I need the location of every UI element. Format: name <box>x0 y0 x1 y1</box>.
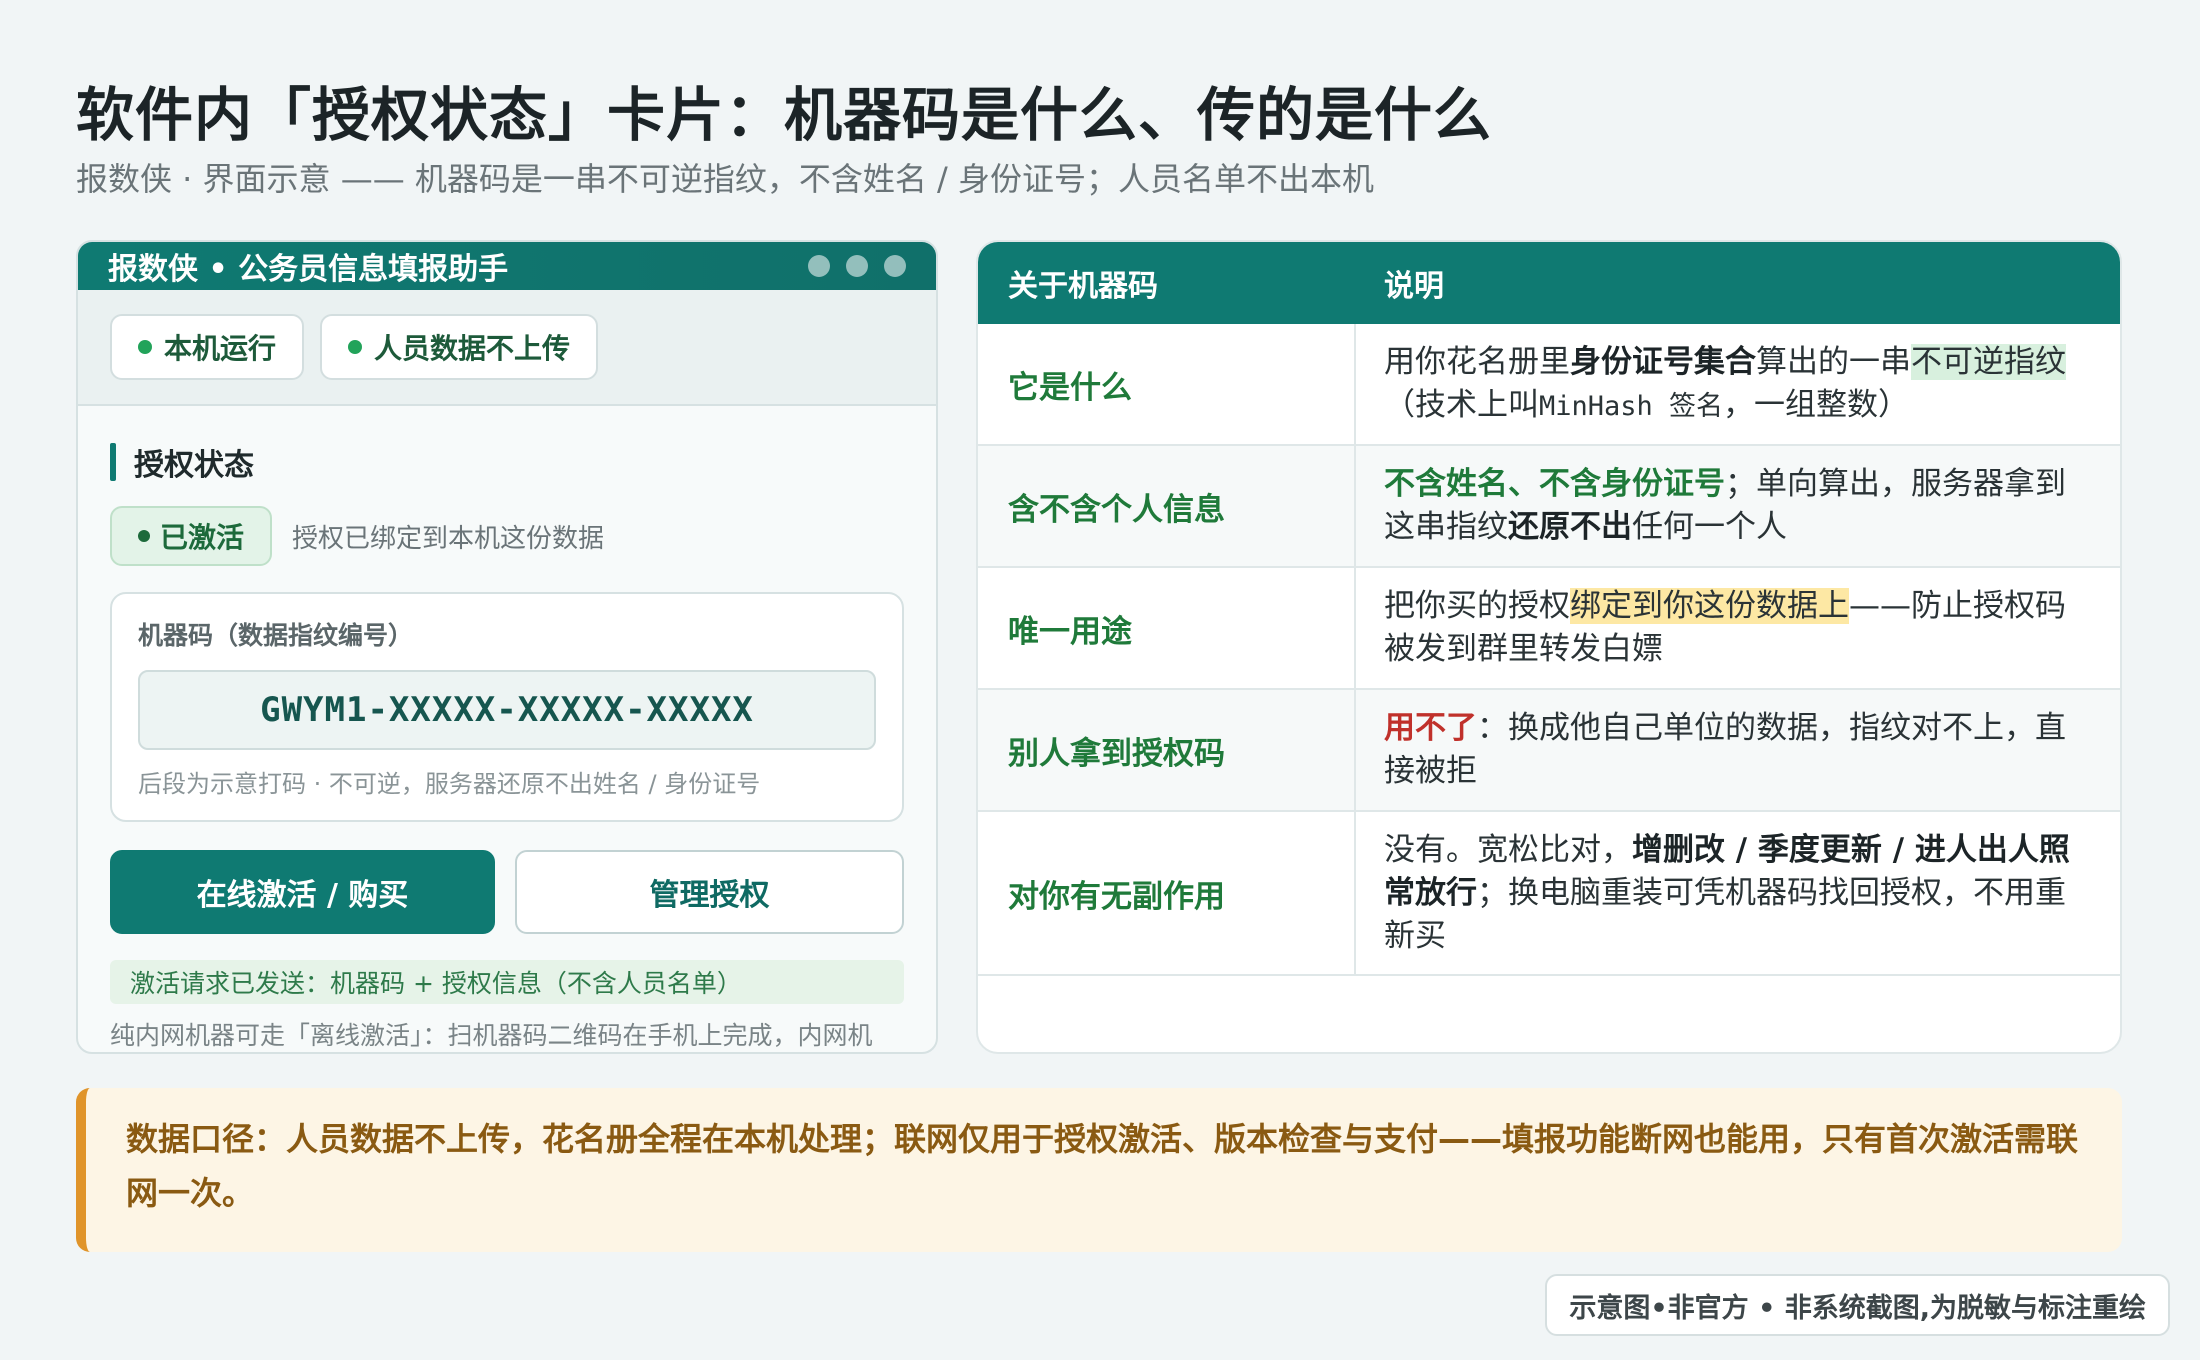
red-bold-span: 用不了 <box>1384 710 1477 746</box>
row-value: 用你花名册里身份证号集合算出的一串不可逆指纹 （技术上叫MinHash 签名，一组… <box>1356 324 2120 444</box>
text-span: 算出的一串 <box>1756 343 1911 380</box>
section-bar <box>110 443 116 481</box>
row-key: 唯一用途 <box>978 568 1356 688</box>
text-span: （技术上叫 <box>1384 386 1539 423</box>
column-header: 关于机器码 <box>1008 269 1158 304</box>
data-policy-note: 数据口径：人员数据不上传，花名册全程在本机处理；联网仅用于授权激活、版本检查与支… <box>76 1088 2122 1252</box>
status-description: 授权已绑定到本机这份数据 <box>292 523 605 554</box>
table-row: 对你有无副作用 没有。宽松比对，增删改 / 季度更新 / 进人出人照常放行；换电… <box>978 812 2120 976</box>
text-span: ：换成他自己单位的数据，指纹对不上，直接被拒 <box>1384 710 2066 789</box>
machine-code-box: 机器码（数据指纹编号） GWYM1-XXXXX-XXXXX-XXXXX 后段为示… <box>110 592 904 822</box>
section-title: 授权状态 <box>110 440 904 484</box>
activate-purchase-button[interactable]: 在线激活 / 购买 <box>110 850 495 934</box>
offline-activation-note: 纯内网机器可走「离线激活」：扫机器码二维码在手机上完成，内网机 <box>110 1021 873 1050</box>
text-span: 把你买的授权 <box>1384 588 1570 624</box>
status-dot-icon <box>138 530 150 542</box>
text-span: 任何一个人 <box>1632 509 1787 545</box>
section-title-label: 授权状态 <box>134 448 254 483</box>
license-section: 授权状态 已激活 授权已绑定到本机这份数据 机器码（数据指纹编号） GWYM1-… <box>78 440 936 1052</box>
window-dot-icon[interactable] <box>808 255 830 277</box>
table-header: 关于机器码 说明 <box>978 242 2120 324</box>
request-sent-note: 激活请求已发送：机器码 + 授权信息（不含人员名单） <box>110 960 904 1004</box>
disclaimer-badge: 示意图•非官方 • 非系统截图,为脱敏与标注重绘 <box>1545 1274 2170 1336</box>
table-row: 别人拿到授权码 用不了：换成他自己单位的数据，指纹对不上，直接被拒 <box>978 690 2120 812</box>
chip-label: 人员数据不上传 <box>374 332 571 365</box>
page-title: 软件内「授权状态」卡片：机器码是什么、传的是什么 <box>76 81 1493 149</box>
manage-license-button[interactable]: 管理授权 <box>515 850 904 934</box>
window-dot-icon[interactable] <box>884 255 906 277</box>
table-row: 它是什么 用你花名册里身份证号集合算出的一串不可逆指纹 （技术上叫MinHash … <box>978 324 2120 446</box>
tag-bar: 本机运行 人员数据不上传 <box>78 290 936 406</box>
machine-code-table: 关于机器码 说明 它是什么 用你花名册里身份证号集合算出的一串不可逆指纹 （技术上… <box>976 240 2122 1054</box>
row-value: 把你买的授权绑定到你这份数据上——防止授权码被发到群里转发白嫖 <box>1356 568 2120 688</box>
status-badge-label: 已激活 <box>160 521 245 554</box>
row-key: 它是什么 <box>978 324 1356 444</box>
window-title: 报数侠 • 公务员信息填报助手 <box>108 252 509 287</box>
machine-code-hint: 后段为示意打码 · 不可逆，服务器还原不出姓名 / 身份证号 <box>138 770 761 798</box>
text-span: 用你花名册里 <box>1384 343 1570 380</box>
chip-no-upload: 人员数据不上传 <box>320 314 599 380</box>
status-badge: 已激活 <box>110 506 273 566</box>
chip-label: 本机运行 <box>164 332 277 365</box>
green-dot-icon <box>348 340 363 354</box>
highlight-span: 绑定到你这份数据上 <box>1570 588 1849 624</box>
row-key: 对你有无副作用 <box>978 812 1356 974</box>
row-value: 不含姓名、不含身份证号；单向算出，服务器拿到这串指纹还原不出任何一个人 <box>1356 446 2120 566</box>
window-controls <box>808 255 906 277</box>
row-key: 别人拿到授权码 <box>978 690 1356 810</box>
row-value: 没有。宽松比对，增删改 / 季度更新 / 进人出人照常放行；换电脑重装可凭机器码… <box>1356 812 2120 974</box>
bold-span: 身份证号集合 <box>1570 343 1756 380</box>
mono-span: MinHash 签名 <box>1539 390 1724 422</box>
table-row: 唯一用途 把你买的授权绑定到你这份数据上——防止授权码被发到群里转发白嫖 <box>978 568 2120 690</box>
highlight-span: 不可逆指纹 <box>1911 343 2066 380</box>
green-bold-span: 不含姓名、不含身份证号 <box>1384 466 1725 502</box>
machine-code-value[interactable]: GWYM1-XXXXX-XXXXX-XXXXX <box>138 670 876 750</box>
text-span: ；换电脑重装可凭机器码找回授权，不用重新买 <box>1384 874 2066 954</box>
table-row: 含不含个人信息 不含姓名、不含身份证号；单向算出，服务器拿到这串指纹还原不出任何… <box>978 446 2120 568</box>
window-titlebar: 报数侠 • 公务员信息填报助手 <box>78 242 936 290</box>
column-header: 说明 <box>1384 269 1444 304</box>
app-window: 报数侠 • 公务员信息填报助手 本机运行 人员数据不上传 授权状态 已激活 授权… <box>76 240 938 1054</box>
green-dot-icon <box>138 340 152 354</box>
row-value: 用不了：换成他自己单位的数据，指纹对不上，直接被拒 <box>1356 690 2120 810</box>
machine-code-label: 机器码（数据指纹编号） <box>138 621 414 650</box>
bold-span: 还原不出 <box>1508 509 1632 545</box>
status-row: 已激活 授权已绑定到本机这份数据 <box>110 506 904 566</box>
text-span: 没有。宽松比对， <box>1384 831 1632 868</box>
page-subtitle: 报数侠 · 界面示意 —— 机器码是一串不可逆指纹，不含姓名 / 身份证号；人员… <box>76 160 1374 198</box>
row-key: 含不含个人信息 <box>978 446 1356 566</box>
button-row: 在线激活 / 购买 管理授权 <box>110 850 904 934</box>
text-span: ，一组整数） <box>1723 386 1910 423</box>
chip-local-run: 本机运行 <box>110 314 305 380</box>
window-dot-icon[interactable] <box>846 255 868 277</box>
